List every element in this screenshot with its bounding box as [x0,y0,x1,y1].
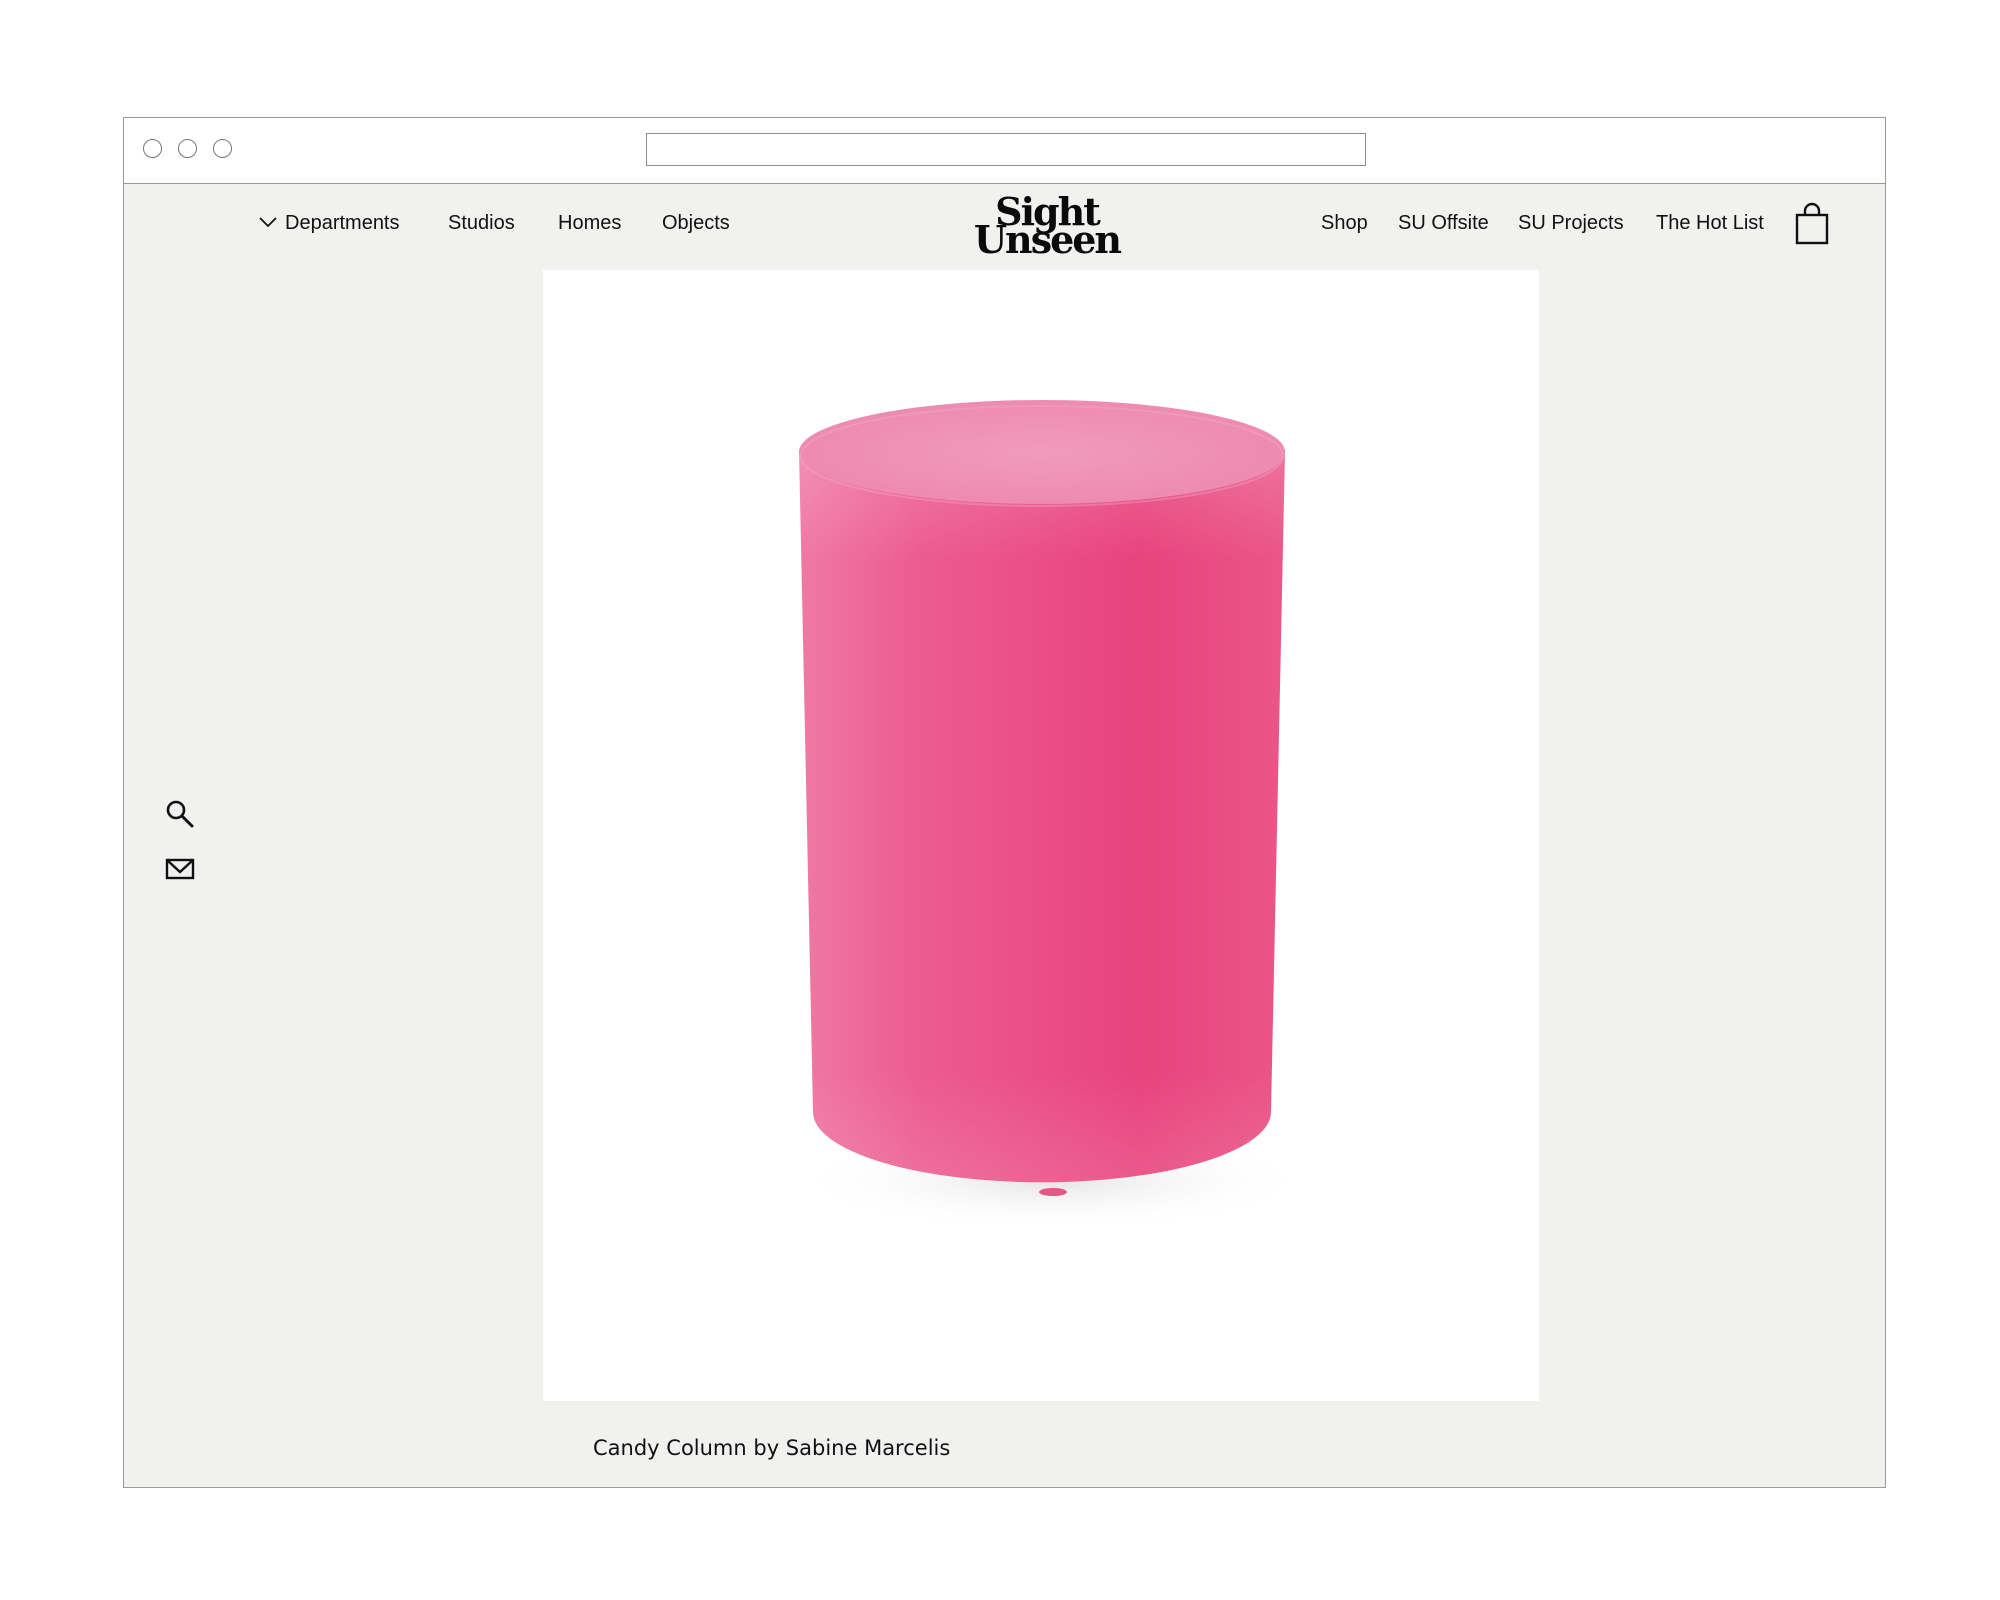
chevron-down-icon [259,209,277,235]
nav-departments-label: Departments [285,212,400,234]
nav-link-shop[interactable]: Shop [1321,210,1368,236]
nav-departments[interactable]: Departments [259,210,400,236]
nav-link-homes[interactable]: Homes [558,210,621,236]
shopping-bag-icon[interactable] [1794,202,1830,246]
nav-link-su-offsite[interactable]: SU Offsite [1398,210,1489,236]
nav-link-su-projects[interactable]: SU Projects [1518,210,1624,236]
zoom-window-button[interactable] [213,139,232,158]
minimize-window-button[interactable] [178,139,197,158]
image-caption: Candy Column by Sabine Marcelis [593,1436,951,1460]
close-window-button[interactable] [143,139,162,158]
address-bar[interactable] [646,133,1366,166]
nav-link-studios[interactable]: Studios [448,210,515,236]
search-icon[interactable] [164,798,196,830]
nav-link-hot-list[interactable]: The Hot List [1656,210,1764,236]
nav-link-objects[interactable]: Objects [662,210,730,236]
pink-column-image [793,400,1313,1230]
logo-line-2: Unseen [973,217,1122,262]
site-logo[interactable]: Sight Unseen [967,193,1127,262]
hero-image [543,270,1539,1401]
browser-titlebar [124,118,1885,184]
browser-window: Departments Studios Homes Objects Sight … [123,117,1886,1488]
mail-icon[interactable] [164,853,196,885]
